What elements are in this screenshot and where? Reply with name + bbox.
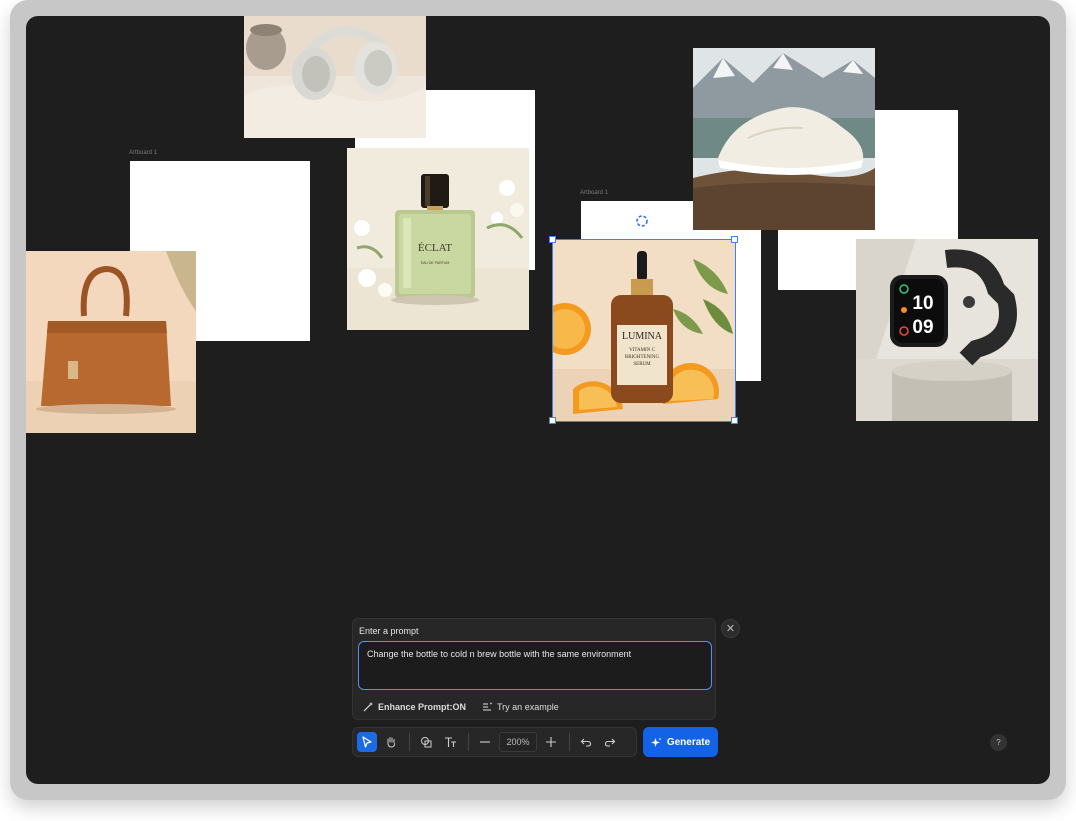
perfume-brand: ÉCLAT <box>418 242 453 254</box>
handbag-image[interactable] <box>26 251 196 433</box>
try-example-button[interactable]: Try an example <box>482 701 559 712</box>
shapes-tool-button[interactable] <box>416 732 436 752</box>
zoom-out-button[interactable] <box>475 732 495 752</box>
selection-box[interactable] <box>552 239 736 422</box>
redo-icon <box>604 738 616 747</box>
sneaker-illustration <box>693 48 875 230</box>
sparkle-icon <box>650 737 662 747</box>
resize-handle-top-left[interactable] <box>549 236 556 243</box>
loading-spinner-icon <box>635 214 649 228</box>
artboard-label: Artboard 1 <box>580 190 609 196</box>
list-sparkle-icon <box>483 702 493 711</box>
text-tool-button[interactable] <box>440 732 460 752</box>
toolbar-divider <box>569 733 570 751</box>
enhance-prompt-toggle[interactable]: Enhance Prompt:ON <box>363 701 466 712</box>
artboard-label: Artboard 1 <box>129 150 158 156</box>
undo-button[interactable] <box>576 732 596 752</box>
perfume-illustration: ÉCLAT EAU DE PARFUM <box>347 148 529 330</box>
headphones-image[interactable] <box>244 16 426 138</box>
prompt-panel: Enter a prompt Change the bottle to cold… <box>352 618 716 720</box>
prompt-title: Enter a prompt <box>359 626 419 636</box>
try-example-label: Try an example <box>497 701 559 712</box>
perfume-image[interactable]: ÉCLAT EAU DE PARFUM <box>347 148 529 330</box>
text-icon <box>444 737 456 747</box>
sneaker-image[interactable] <box>693 48 875 230</box>
handbag-illustration <box>26 251 196 433</box>
resize-handle-top-right[interactable] <box>731 236 738 243</box>
generate-label: Generate <box>666 736 711 748</box>
canvas-toolbar: 200% <box>352 727 637 757</box>
toolbar-divider <box>409 733 410 751</box>
enhance-prompt-label: Enhance Prompt:ON <box>378 701 467 712</box>
minus-icon <box>480 741 490 743</box>
undo-icon <box>580 738 592 747</box>
select-tool-button[interactable] <box>357 732 377 752</box>
close-prompt-button[interactable]: ✕ <box>721 619 740 638</box>
hand-tool-button[interactable] <box>381 732 401 752</box>
resize-handle-bottom-left[interactable] <box>549 417 556 424</box>
zoom-in-button[interactable] <box>541 732 561 752</box>
magic-wand-icon <box>363 702 373 712</box>
prompt-input[interactable]: Change the bottle to cold n brew bottle … <box>358 641 712 690</box>
watch-minute: 09 <box>912 317 933 338</box>
prompt-actions: Enhance Prompt:ON Try an example <box>363 701 559 712</box>
redo-button[interactable] <box>600 732 620 752</box>
headphones-illustration <box>244 16 426 138</box>
hand-icon <box>387 737 395 748</box>
close-icon: ✕ <box>725 623 736 635</box>
resize-handle-bottom-right[interactable] <box>731 417 738 424</box>
smartwatch-image[interactable]: 10 09 <box>856 239 1038 421</box>
shapes-icon <box>421 737 432 748</box>
cursor-icon <box>362 736 372 748</box>
smartwatch-illustration: 10 09 <box>856 239 1038 421</box>
help-button[interactable]: ? <box>990 734 1007 751</box>
toolbar-divider <box>468 733 469 751</box>
generate-button[interactable]: Generate <box>643 727 718 757</box>
plus-icon <box>546 737 556 747</box>
zoom-level[interactable]: 200% <box>499 732 537 752</box>
watch-hour: 10 <box>912 293 933 314</box>
perfume-sub: EAU DE PARFUM <box>421 261 450 265</box>
